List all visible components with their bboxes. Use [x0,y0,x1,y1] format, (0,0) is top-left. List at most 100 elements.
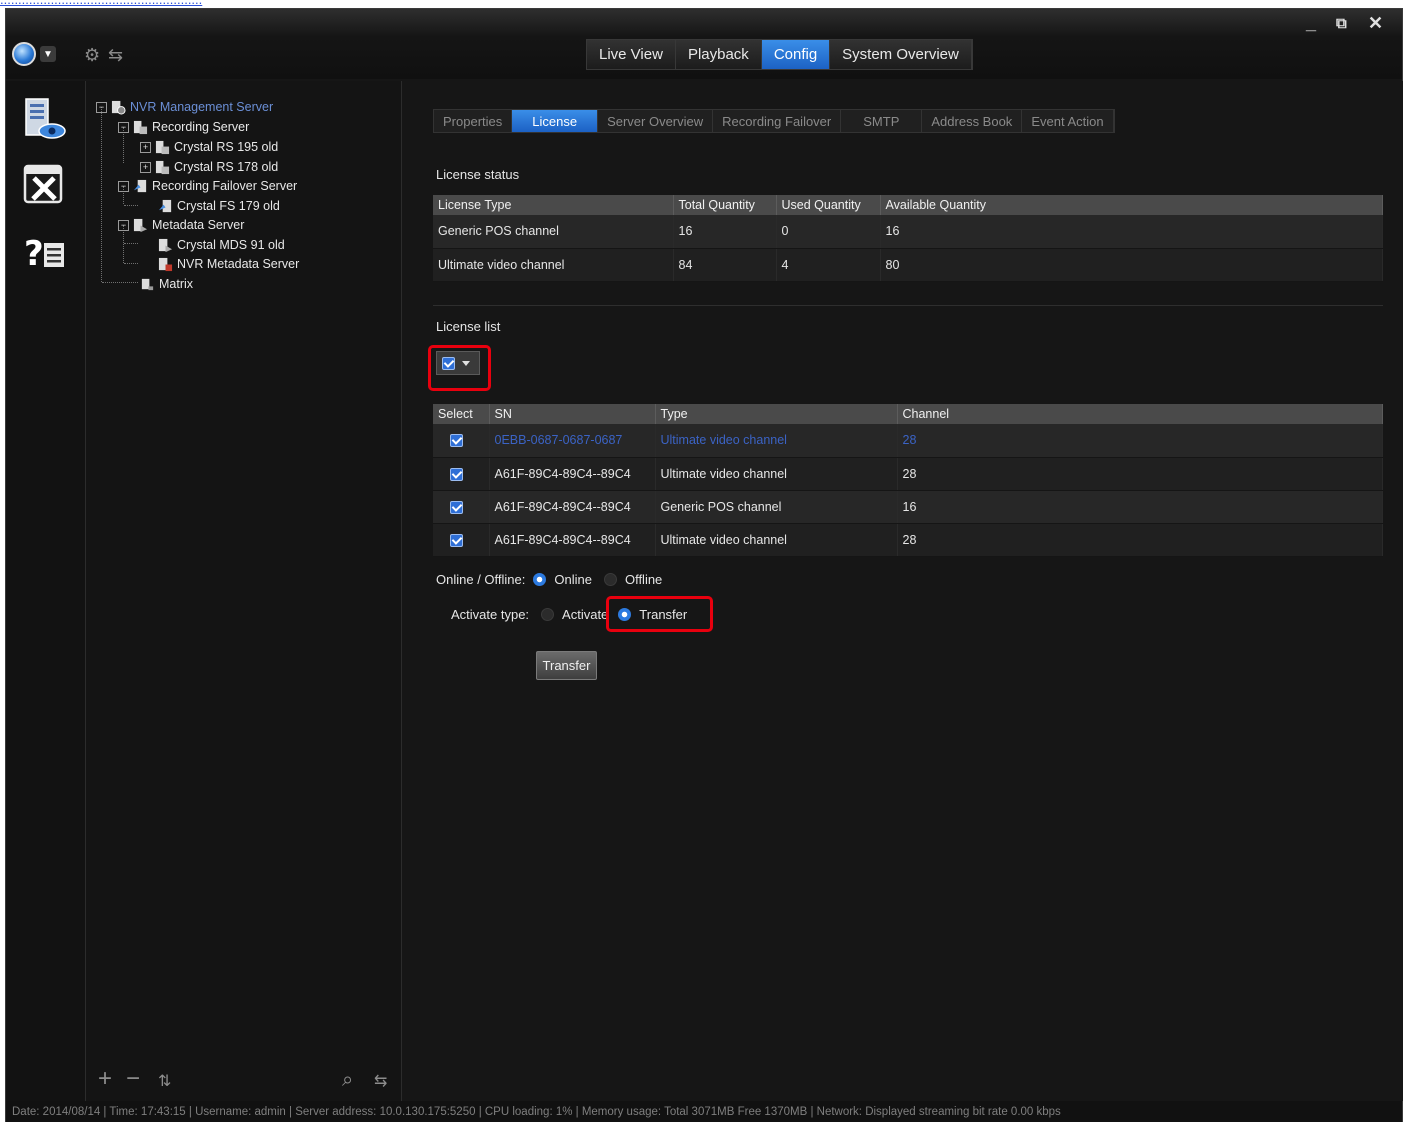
top-link[interactable]: ........................................… [0,0,380,8]
activate-type-label: Activate type: [451,606,530,622]
refresh-icon[interactable]: ⇆ [374,1071,387,1091]
title-bar: _ ⧉ ✕ ▼ ⚙ ⇆ Live View Playback Config Sy… [6,9,1402,79]
tab-server-overview[interactable]: Server Overview [598,110,714,132]
recording-server-icon [155,140,170,154]
tab-system-overview[interactable]: System Overview [830,40,972,69]
tree-node-matrix[interactable]: Matrix [140,275,193,293]
activate-radio[interactable] [541,607,555,621]
minimize-button[interactable]: _ [1306,13,1316,34]
table-cell: 16 [880,215,1383,249]
offline-radio-label[interactable]: Offline [625,572,662,587]
row-checkbox[interactable] [450,467,463,481]
tree-label: NVR Metadata Server [177,257,300,271]
row-checkbox[interactable] [450,500,463,514]
tab-config[interactable]: Config [761,40,831,69]
chevron-down-icon: ▼ [40,46,56,62]
expand-toggle-icon[interactable]: + [140,161,151,173]
tree-label: Crystal MDS 91 old [177,238,285,252]
table-row[interactable]: A61F-89C4-89C4--89C4 Ultimate video chan… [433,457,1383,491]
app-window: _ ⧉ ✕ ▼ ⚙ ⇆ Live View Playback Config Sy… [5,8,1403,1122]
tree-node-nvr-metadata-server[interactable]: NVR Metadata Server [158,255,299,273]
table-cell: Generic POS channel [655,490,898,524]
module-icon-column: ? [6,81,86,1101]
tree-label: Recording Failover Server [152,179,298,193]
restore-button[interactable]: ⧉ [1336,15,1347,32]
svg-text:?: ? [24,234,44,274]
online-radio[interactable] [533,572,547,586]
select-cell[interactable] [433,523,490,557]
select-cell[interactable] [433,457,490,491]
highlight-box [428,345,491,391]
table-header-row: Select SN Type Channel [433,404,1383,424]
online-radio-label[interactable]: Online [554,572,592,587]
tab-properties[interactable]: Properties [434,110,513,132]
metadata-server-icon [158,238,173,252]
tree-node-crystal-rs-178[interactable]: + Crystal RS 178 old [140,158,278,176]
tree-node-crystal-rs-195[interactable]: + Crystal RS 195 old [140,138,278,156]
tab-smtp[interactable]: SMTP [841,110,923,132]
close-button[interactable]: ✕ [1368,13,1383,34]
tab-live-view[interactable]: Live View [587,40,676,69]
table-row[interactable]: 0EBB-0687-0687-0687 Ultimate video chann… [433,424,1383,458]
table-cell: Ultimate video channel [655,523,898,557]
online-offline-label: Online / Offline: [436,571,526,587]
search-icon[interactable]: ⌕ [342,1069,353,1092]
tree-node-crystal-mds-91[interactable]: Crystal MDS 91 old [158,236,285,254]
top-link-text[interactable]: ........................................… [0,0,202,7]
select-cell[interactable] [433,424,490,458]
table-cell: Ultimate video channel [433,248,674,282]
transfer-button[interactable]: Transfer [536,651,597,680]
failover-server-icon [158,199,172,212]
tab-address-book[interactable]: Address Book [922,110,1023,132]
column-header: Select [433,404,490,424]
app-menu-button[interactable]: ▼ [12,39,74,69]
collapse-toggle-icon[interactable]: − [118,121,129,133]
metadata-server-error-icon [158,257,173,271]
row-checkbox[interactable] [450,434,463,448]
tree-node-metadata-server[interactable]: − Metadata Server [118,216,244,234]
table-cell: 28 [897,457,1383,491]
tab-playback[interactable]: Playback [675,40,762,69]
select-cell[interactable] [433,490,490,524]
settings-icon[interactable]: ⚙ [84,45,100,66]
collapse-toggle-icon[interactable]: − [118,219,129,231]
highlight-box [606,596,713,632]
tree-label: Crystal RS 178 old [174,160,279,174]
metadata-server-icon [133,218,148,232]
table-row[interactable]: A61F-89C4-89C4--89C4 Generic POS channel… [433,490,1383,524]
matrix-icon [141,278,154,290]
globe-logo-icon [12,42,36,66]
tools-icon[interactable] [20,161,68,209]
license-status-table: License Type Total Quantity Used Quantit… [433,195,1383,282]
offline-radio[interactable] [603,572,617,586]
table-cell: Ultimate video channel [655,424,898,458]
add-icon[interactable]: + [98,1065,112,1093]
tab-event-action[interactable]: Event Action [1022,110,1114,132]
collapse-toggle-icon[interactable]: − [118,180,129,192]
tree-label: Matrix [159,277,194,291]
column-header: Channel [897,404,1383,424]
tree-node-recording-server[interactable]: − Recording Server [118,118,249,136]
help-icon[interactable]: ? [20,227,68,275]
tree-node-recording-failover-server[interactable]: − Recording Failover Server [118,177,297,195]
server-monitor-icon[interactable] [20,95,68,143]
table-header-row: License Type Total Quantity Used Quantit… [433,195,1383,215]
table-cell: 28 [897,523,1383,557]
column-header: Used Quantity [776,195,881,215]
expand-toggle-icon[interactable]: + [140,141,151,153]
table-cell: 16 [673,215,777,249]
row-checkbox[interactable] [450,533,463,547]
sort-icon[interactable]: ⇅ [158,1071,171,1091]
tree-label: Crystal FS 179 old [177,199,280,213]
tab-recording-failover[interactable]: Recording Failover [713,110,842,132]
tree-node-crystal-fs-179[interactable]: Crystal FS 179 old [158,197,280,215]
tab-license[interactable]: License [512,110,599,132]
activate-radio-label[interactable]: Activate [562,607,608,622]
recording-server-icon [133,120,148,134]
main-tabs: Live View Playback Config System Overvie… [586,39,973,70]
refresh-icon[interactable]: ⇆ [108,45,123,66]
remove-icon[interactable]: − [126,1065,140,1093]
table-row[interactable]: A61F-89C4-89C4--89C4 Ultimate video chan… [433,523,1383,557]
tree-node-nvr-management-server[interactable]: − NVR Management Server [96,98,273,116]
collapse-toggle-icon[interactable]: − [96,101,107,113]
